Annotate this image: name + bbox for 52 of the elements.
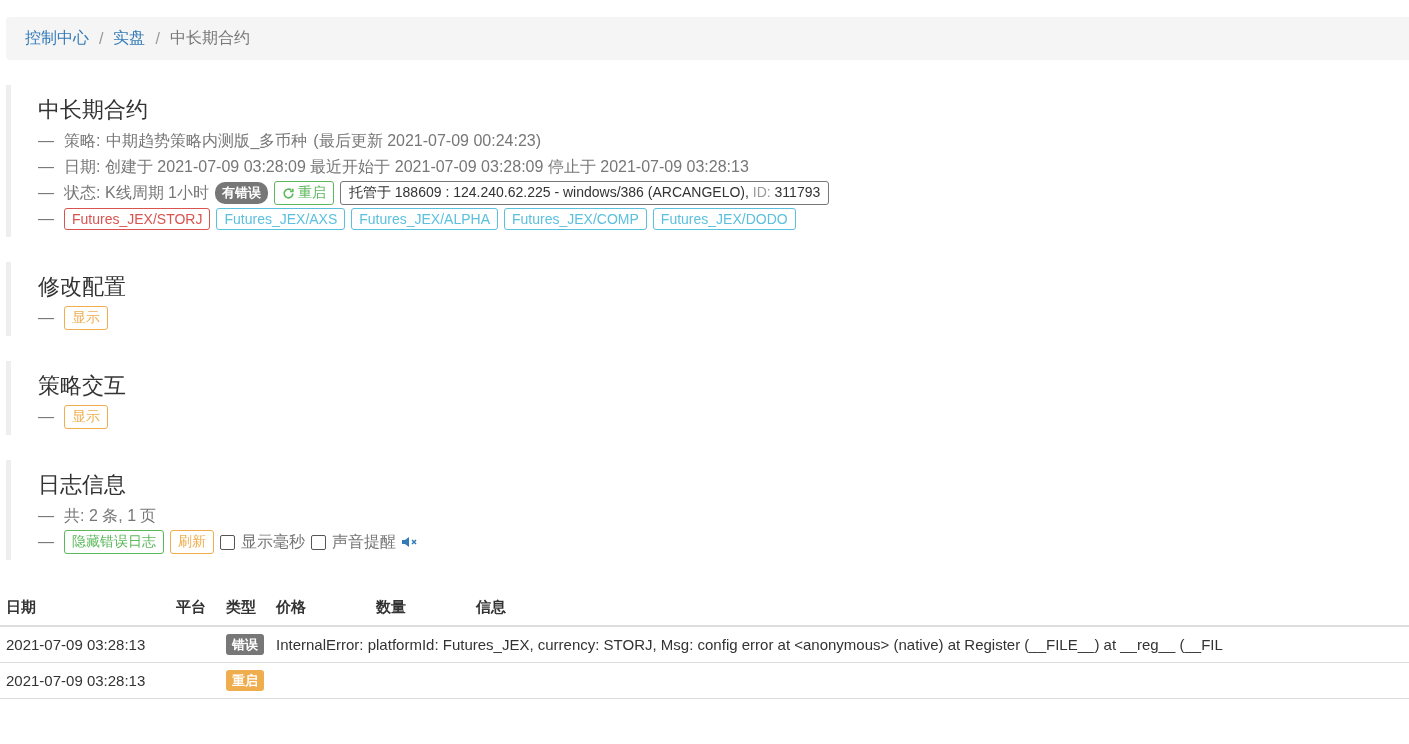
dash: — [38, 132, 54, 150]
date-info: 日期: 创建于 2021-07-09 03:28:09 最近开始于 2021-07-09 03:28:09 停止于 2021-07-09 03:28:13 [64, 156, 749, 177]
last-updated: (最后更新 2021-07-09 00:24:23) [313, 130, 542, 151]
pair-tag[interactable]: Futures_JEX/AXS [216, 208, 346, 230]
refresh-button[interactable]: 刷新 [170, 530, 214, 554]
breadcrumb-link[interactable]: 控制中心 [25, 28, 89, 49]
log-summary: 共: 2 条, 1 页 [64, 505, 157, 526]
show-button[interactable]: 显示 [64, 306, 108, 330]
show-button[interactable]: 显示 [64, 405, 108, 429]
dash: — [38, 507, 54, 525]
message-cell: InternalError: platformId: Futures_JEX, currency: STORJ, Msg: config error at <anonymous> (native) at Register (__FILE__) at __reg__ (__FIL [270, 626, 1409, 663]
checkbox[interactable] [220, 534, 235, 550]
section-title: 中长期合约 [38, 96, 149, 124]
strategy-name: 中期趋势策略内测版_多币种 [106, 130, 308, 151]
current-page-label: 中长期合约 [169, 28, 250, 48]
muted-speaker-icon [402, 536, 418, 548]
section-title: 修改配置 [38, 273, 127, 301]
dash: — [38, 309, 54, 327]
pair-tag[interactable]: Futures_JEX/DODO [652, 208, 796, 230]
dash: — [38, 210, 54, 228]
restart-button[interactable]: 重启 [273, 181, 334, 205]
column-header: 价格 [270, 590, 370, 626]
checkbox-label: 显示毫秒 [241, 531, 305, 552]
column-header: 平台 [170, 590, 220, 626]
strategy-label: 策略: [64, 130, 101, 151]
dash: — [38, 533, 54, 551]
status-info: 状态: K线周期 1小时 [64, 182, 209, 203]
breadcrumb-separator: / [99, 29, 104, 48]
date-cell: 2021-07-09 03:28:13 [0, 626, 170, 663]
column-header: 数量 [370, 590, 470, 626]
section-title: 策略交互 [38, 372, 127, 400]
pair-tag[interactable]: Futures_JEX/ALPHA [351, 208, 498, 230]
date-cell: 2021-07-09 03:28:13 [0, 662, 170, 699]
pair-tag[interactable]: Futures_JEX/COMP [504, 208, 647, 230]
dash: — [38, 408, 54, 426]
section-title: 日志信息 [38, 471, 127, 499]
checkbox-label: 声音提醒 [332, 531, 396, 552]
column-header: 类型 [220, 590, 270, 626]
checkbox[interactable] [311, 534, 326, 550]
refresh-icon [281, 186, 295, 200]
host-info: 托管于 188609 : 124.240.62.225 - windows/386 (ARCANGELO), ID: 311793 [339, 181, 830, 205]
type-label: 重启 [226, 670, 264, 691]
error-badge: 有错误 [214, 182, 268, 204]
dash: — [38, 158, 54, 176]
breadcrumb-separator: / [155, 29, 160, 48]
pair-tag[interactable]: Futures_JEX/STORJ [64, 208, 211, 230]
column-header: 日期 [0, 590, 170, 626]
type-label: 错误 [226, 634, 264, 655]
dash: — [38, 184, 54, 202]
column-header: 信息 [470, 590, 1409, 626]
hide-errors-button[interactable]: 隐藏错误日志 [64, 530, 164, 554]
breadcrumb-link[interactable]: 实盘 [113, 28, 146, 49]
